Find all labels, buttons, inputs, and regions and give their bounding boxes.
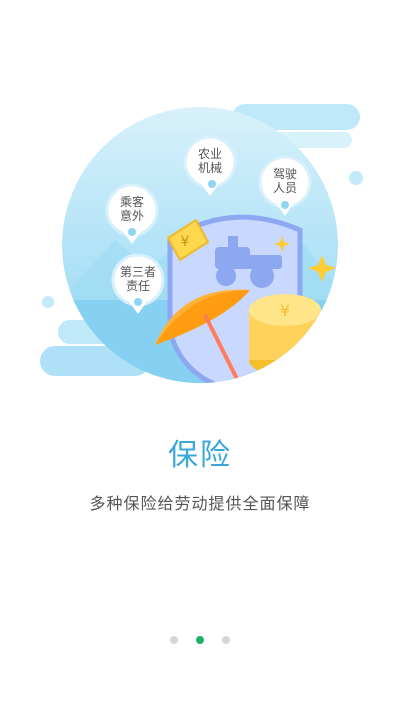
page-dot-3[interactable] bbox=[222, 636, 230, 644]
pin-passenger-accident-text: 乘客意外 bbox=[120, 194, 144, 223]
page-dot-2-active[interactable] bbox=[196, 636, 204, 644]
pin-driver-personnel-text: 驾驶人员 bbox=[273, 166, 297, 195]
coin-stack-icon: ¥ bbox=[249, 294, 321, 376]
page-dot-1[interactable] bbox=[170, 636, 178, 644]
page-subtitle: 多种保险给劳动提供全面保障 bbox=[89, 494, 311, 513]
page-indicator[interactable] bbox=[0, 636, 400, 644]
pin-agri-machinery-text: 农业机械 bbox=[198, 147, 222, 175]
svg-text:¥: ¥ bbox=[280, 301, 290, 320]
page-title: 保险 bbox=[168, 438, 232, 473]
insurance-illustration: ¥ ¥ 农业机械 乘客意外 驾驶人员 第三者责任 bbox=[40, 104, 363, 383]
svg-text:¥: ¥ bbox=[181, 234, 190, 250]
